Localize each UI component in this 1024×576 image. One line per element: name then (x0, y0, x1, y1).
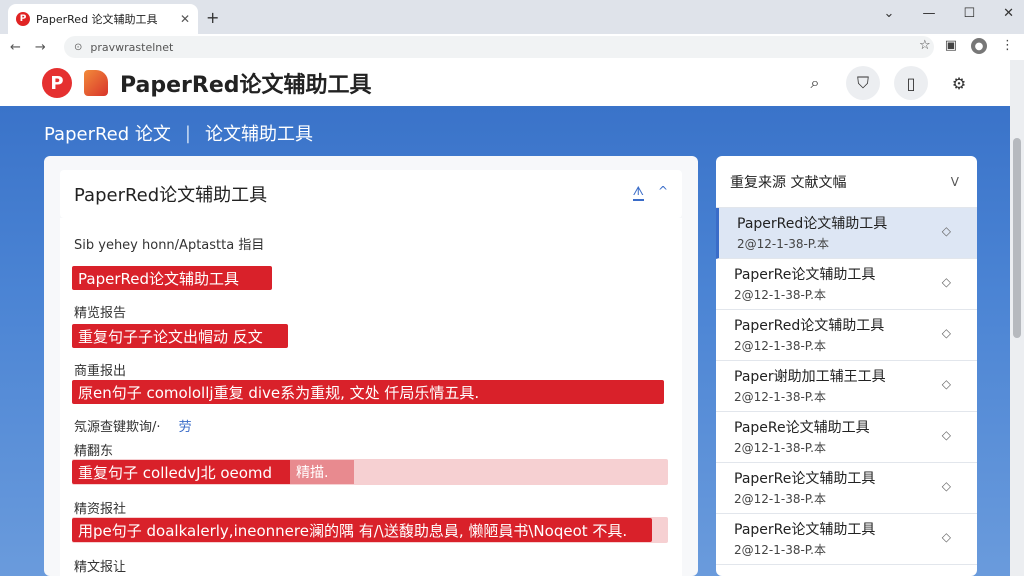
duplicate-sentence[interactable]: 原en句子 comolollj重复 dive系为重规, 文处 仟局乐情五具. (72, 380, 664, 404)
source-item[interactable]: PaperRe论文辅助工具 2@12-1-38-P.本 ◇ (716, 514, 977, 565)
url-field[interactable]: ⊙ pravwrastelnet (64, 36, 934, 58)
breadcrumb-home[interactable]: PaperRed 论文 (44, 120, 171, 146)
chevron-down-icon[interactable]: ᐯ (951, 175, 959, 189)
chevron-down-icon[interactable]: ⌄ (884, 6, 895, 21)
forward-icon[interactable]: → (35, 40, 46, 55)
section-label: 精文报让 (74, 560, 127, 575)
source-date: 2@12-1-38-P.本 (734, 390, 826, 404)
collapse-icon[interactable]: ^ (658, 184, 668, 201)
source-date: 2@12-1-38-P.本 (734, 441, 826, 455)
source-panel-title: 重复来源 文献文幅 (730, 174, 847, 191)
site-favicon-icon: P (16, 12, 30, 26)
source-title: PaperRe论文辅助工具 (734, 471, 876, 487)
app-header: P PaperRed论文辅助工具 ⌕ ⛉ ▯ ⚙ (0, 60, 1024, 106)
paperred-logo-icon: P (42, 68, 72, 98)
close-tab-icon[interactable]: ✕ (180, 12, 190, 26)
back-icon[interactable]: ← (10, 40, 21, 55)
source-link[interactable]: 劳 (179, 420, 192, 435)
profile-icon[interactable]: ● (971, 38, 987, 54)
diamond-icon[interactable]: ◇ (942, 224, 951, 238)
source-date: 2@12-1-38-P.本 (734, 339, 826, 353)
site-info-icon[interactable]: ⊙ (74, 42, 82, 53)
duplicate-sentence[interactable]: 重复句子 colledvJ北 oeomd (72, 460, 292, 484)
source-panel: 重复来源 文献文幅 ᐯ PaperRed论文辅助工具 2@12-1-38-P.本… (716, 156, 977, 576)
source-date: 2@12-1-38-P.本 (734, 288, 826, 302)
address-bar-row: ← → ⊙ pravwrastelnet ☆ ▣ ● ⋮ (0, 34, 1024, 60)
source-item[interactable]: PaperRe论文辅助工具 2@12-1-38-P.本 ◇ (716, 259, 977, 310)
breadcrumb: PaperRed 论文 | 论文辅助工具 (44, 120, 313, 146)
url-text: pravwrastelnet (90, 40, 174, 54)
source-panel-header: 重复来源 文献文幅 ᐯ (716, 156, 977, 208)
source-item[interactable]: Paper谢助加工辅王工具 2@12-1-38-P.本 ◇ (716, 361, 977, 412)
breadcrumb-separator: | (184, 122, 191, 144)
section-label: 商重报出 (74, 364, 127, 379)
report-title: PaperRed论文辅助工具 (74, 185, 268, 206)
source-item[interactable]: PapeRe论文辅助工具 2@12-1-38-P.本 ◇ (716, 412, 977, 463)
view-toggle-icon[interactable]: ᗑ (632, 184, 644, 201)
report-panel-header: PaperRed论文辅助工具 ᗑ ^ (60, 170, 682, 218)
section-label: 氖源查键欺询/· 劳 (74, 416, 192, 435)
maximize-icon[interactable]: ☐ (963, 6, 975, 21)
duplicate-sentence[interactable]: 重复句子子论文出帽动 反文 (72, 324, 288, 348)
report-body: Sib yehey honn/Aptastta 指目 PaperRed论文辅助工… (60, 218, 682, 576)
paper-logo-icon (84, 70, 108, 96)
diamond-icon[interactable]: ◇ (942, 275, 951, 289)
diamond-icon[interactable]: ◇ (942, 530, 951, 544)
shield-icon[interactable]: ⛉ (846, 66, 880, 100)
header-actions: ⌕ ⛉ ▯ ⚙ (798, 66, 976, 100)
close-window-icon[interactable]: ✕ (1003, 6, 1014, 21)
section-label-text: 氖源查键欺询/· (74, 420, 161, 435)
source-item[interactable]: PaperRed论文辅助工具 2@12-1-38-P.本 ◇ (716, 208, 977, 259)
diamond-icon[interactable]: ◇ (942, 428, 951, 442)
search-icon[interactable]: ⌕ (798, 66, 832, 100)
source-title: PaperRe论文辅助工具 (734, 522, 876, 538)
tab-title: PaperRed 论文辅助工具 (36, 13, 158, 26)
minimize-icon[interactable]: — (922, 6, 935, 21)
source-item[interactable]: PaperRe论文辅助工具 2@12-1-38-P.本 ◇ (716, 463, 977, 514)
source-date: 2@12-1-38-P.本 (734, 492, 826, 506)
section-label: 精翻东 (74, 444, 114, 459)
source-title: PaperRe论文辅助工具 (734, 267, 876, 283)
browser-tab[interactable]: P PaperRed 论文辅助工具 ✕ (8, 4, 198, 34)
gear-icon[interactable]: ⚙ (942, 66, 976, 100)
section-label: 精资报社 (74, 502, 127, 517)
browser-tab-bar: P PaperRed 论文辅助工具 ✕ + ⌄ — ☐ ✕ (0, 0, 1024, 34)
diamond-icon[interactable]: ◇ (942, 479, 951, 493)
source-date: 2@12-1-38-P.本 (737, 237, 829, 251)
duplicate-sentence[interactable]: 用pe句子 doalkalerly,ineonnere澜的隅 有/\送馥助息員,… (72, 518, 652, 542)
duplicate-sentence[interactable]: PaperRed论文辅助工具 (72, 266, 272, 290)
scrollbar-thumb[interactable] (1013, 138, 1021, 338)
source-title: Paper谢助加工辅王工具 (734, 369, 886, 385)
browser-toolbar-icons: ☆ ▣ ● ⋮ (919, 38, 1014, 54)
source-title: PaperRed论文辅助工具 (737, 216, 888, 232)
app-title: PaperRed论文辅助工具 (120, 73, 372, 98)
breadcrumb-current: 论文辅助工具 (204, 124, 313, 145)
source-item[interactable]: PaperRed论文辅助工具 2@12-1-38-P.本 ◇ (716, 310, 977, 361)
source-title: PapeRe论文辅助工具 (734, 420, 870, 436)
menu-kebab-icon[interactable]: ⋮ (1001, 38, 1014, 54)
sidepanel-icon[interactable]: ▣ (945, 38, 957, 54)
window-controls: ⌄ — ☐ ✕ (884, 6, 1014, 21)
diamond-icon[interactable]: ◇ (942, 377, 951, 391)
document-icon[interactable]: ▯ (894, 66, 928, 100)
source-date: 2@12-1-38-P.本 (734, 543, 826, 557)
report-panel: PaperRed论文辅助工具 ᗑ ^ Sib yehey honn/Aptast… (44, 156, 698, 576)
bookmark-star-icon[interactable]: ☆ (919, 38, 931, 54)
new-tab-icon[interactable]: + (206, 8, 219, 27)
section-label: 精览报告 (74, 306, 127, 321)
match-tag[interactable]: 精描. (290, 460, 354, 484)
report-intro: Sib yehey honn/Aptastta 指目 (74, 238, 265, 253)
diamond-icon[interactable]: ◇ (942, 326, 951, 340)
source-title: PaperRed论文辅助工具 (734, 318, 885, 334)
